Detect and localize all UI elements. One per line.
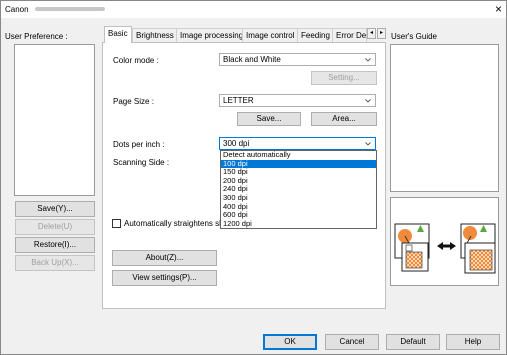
tab-basic-label: Basic: [108, 29, 128, 38]
help-button-label: Help: [464, 337, 482, 346]
default-button[interactable]: Default: [386, 334, 440, 350]
duplex-illustration-image: [394, 223, 496, 274]
chevron-down-icon: [365, 142, 371, 146]
tab-brightness[interactable]: Brightness: [132, 28, 178, 42]
tab-error-detection-label: Error De: [336, 31, 367, 40]
page-size-area-button[interactable]: Area...: [311, 112, 377, 126]
dpi-label: Dots per inch :: [113, 140, 165, 149]
tab-image-control[interactable]: Image control: [242, 28, 299, 42]
page-size-value: LETTER: [223, 96, 254, 105]
page-size-select[interactable]: LETTER: [219, 94, 376, 107]
users-guide-panel: [390, 44, 499, 192]
cancel-button[interactable]: Cancel: [325, 334, 379, 350]
scan-illustration: [390, 197, 499, 286]
view-settings-button-label: View settings(P)...: [132, 273, 197, 282]
dpi-option[interactable]: 1200 dpi: [221, 219, 376, 229]
setting-button-label: Setting...: [328, 73, 360, 82]
tab-error-detection[interactable]: Error De: [332, 28, 367, 42]
straighten-checkbox[interactable]: [112, 219, 121, 228]
straighten-label: Automatically straightens ske: [124, 219, 228, 228]
tab-feeding[interactable]: Feeding: [297, 28, 334, 42]
dialog-window: Canon × User Preference : Save(Y)... Del…: [0, 0, 507, 355]
page-size-label: Page Size :: [113, 97, 154, 106]
title-redacted: [35, 7, 105, 11]
about-button-label: About(Z)...: [145, 253, 184, 262]
page-size-save-label: Save...: [256, 114, 282, 123]
chevron-down-icon: [365, 99, 371, 103]
color-mode-select[interactable]: Black and White: [219, 53, 376, 66]
about-button[interactable]: About(Z)...: [112, 250, 217, 266]
users-guide-label: User's Guide: [391, 32, 437, 41]
tab-image-processing-label: Image processing: [180, 31, 244, 40]
dpi-dropdown-list[interactable]: Detect automatically 100 dpi 150 dpi 200…: [220, 150, 377, 230]
title-bar: Canon ×: [1, 1, 506, 18]
tab-scroll-right-icon[interactable]: ▸: [377, 28, 386, 39]
restore-preference-label: Restore(I)...: [33, 240, 77, 249]
dpi-select[interactable]: 300 dpi: [219, 137, 376, 150]
page-size-save-button[interactable]: Save...: [237, 112, 301, 126]
tab-image-processing[interactable]: Image processing: [176, 28, 248, 42]
save-preference-label: Save(Y)...: [37, 204, 73, 213]
tab-basic[interactable]: Basic: [104, 26, 132, 43]
ok-button[interactable]: OK: [263, 334, 317, 350]
scanning-side-label: Scanning Side :: [113, 158, 170, 167]
tab-brightness-label: Brightness: [136, 31, 174, 40]
cancel-button-label: Cancel: [339, 337, 365, 346]
tab-scroll-left-icon[interactable]: ◂: [367, 28, 376, 39]
ok-button-label: OK: [284, 337, 296, 346]
page-size-area-label: Area...: [332, 114, 356, 123]
chevron-down-icon: [365, 58, 371, 62]
color-mode-setting-button[interactable]: Setting...: [311, 71, 377, 85]
tab-feeding-label: Feeding: [301, 31, 330, 40]
restore-preference-button[interactable]: Restore(I)...: [15, 237, 95, 253]
backup-preference-label: Back Up(X)...: [31, 258, 79, 267]
close-icon[interactable]: ×: [495, 2, 502, 16]
default-button-label: Default: [400, 337, 426, 346]
color-mode-label: Color mode :: [113, 56, 159, 65]
dpi-value: 300 dpi: [223, 139, 250, 148]
user-preference-list[interactable]: [14, 44, 95, 196]
view-settings-button[interactable]: View settings(P)...: [112, 270, 217, 286]
delete-preference-label: Delete(U): [37, 222, 73, 231]
tab-image-control-label: Image control: [246, 31, 295, 40]
color-mode-value: Black and White: [223, 55, 281, 64]
help-button[interactable]: Help: [446, 334, 500, 350]
backup-preference-button[interactable]: Back Up(X)...: [15, 255, 95, 271]
window-title: Canon: [5, 5, 29, 14]
delete-preference-button[interactable]: Delete(U): [15, 219, 95, 235]
user-preference-label: User Preference :: [5, 32, 68, 41]
save-preference-button[interactable]: Save(Y)...: [15, 201, 95, 217]
